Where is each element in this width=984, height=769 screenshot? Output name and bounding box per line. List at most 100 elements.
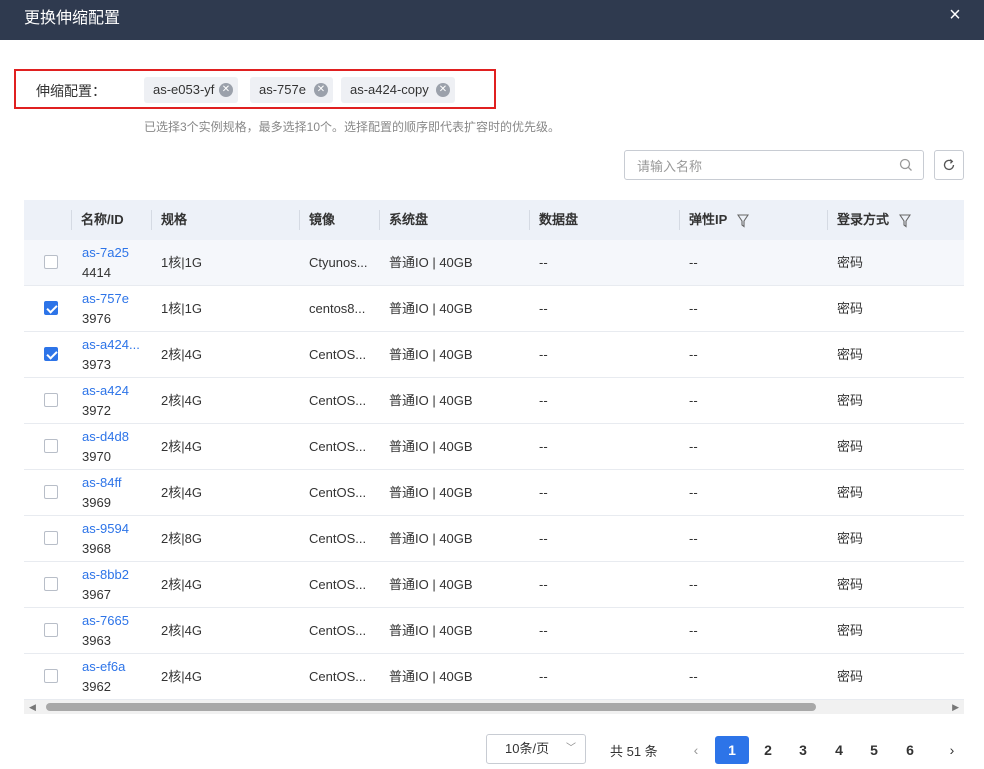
row-checkbox[interactable] [44, 301, 58, 315]
instance-id: 3963 [82, 633, 111, 648]
page-button-5[interactable]: 5 [857, 736, 891, 764]
table-row[interactable]: as-a424... 3973 2核|4G CentOS... 普通IO | 40GB -… [24, 332, 964, 378]
cell-login: 密码 [837, 301, 864, 316]
cell-datadisk: -- [539, 301, 548, 316]
cell-datadisk: -- [539, 531, 548, 546]
cell-login: 密码 [837, 531, 864, 546]
scroll-left-icon[interactable]: ◀ [29, 701, 36, 713]
cell-spec: 2核|4G [161, 393, 202, 408]
cell-login: 密码 [837, 577, 864, 592]
row-checkbox[interactable] [44, 393, 58, 407]
cell-sysdisk: 普通IO | 40GB [389, 531, 473, 546]
cell-datadisk: -- [539, 485, 548, 500]
cell-login: 密码 [837, 439, 864, 454]
table-row[interactable]: as-7a25 4414 1核|1G Ctyunos... 普通IO | 40GB -- -… [24, 240, 964, 286]
cell-eip: -- [689, 669, 698, 684]
instance-name-link[interactable]: as-7665 [82, 613, 129, 629]
cell-sysdisk: 普通IO | 40GB [389, 393, 473, 408]
tag-remove-icon[interactable]: ✕ [314, 83, 328, 97]
table-row[interactable]: as-7665 3963 2核|4G CentOS... 普通IO | 40GB -- --… [24, 608, 964, 654]
search-icon[interactable] [899, 158, 913, 172]
prev-page-icon[interactable]: ‹ [679, 736, 713, 764]
cell-eip: -- [689, 485, 698, 500]
instance-name-link[interactable]: as-8bb2 [82, 567, 129, 583]
instance-id: 3970 [82, 449, 111, 464]
cell-image: CentOS... [309, 669, 367, 684]
selection-hint: 已选择3个实例规格，最多选择10个。选择配置的顺序即代表扩容时的优先级。 [144, 120, 561, 134]
table-row[interactable]: as-d4d8 3970 2核|4G CentOS... 普通IO | 40GB -- --… [24, 424, 964, 470]
scroll-right-icon[interactable]: ▶ [952, 701, 959, 713]
table-row[interactable]: as-8bb2 3967 2核|4G CentOS... 普通IO | 40GB -- --… [24, 562, 964, 608]
tag-remove-icon[interactable]: ✕ [436, 83, 450, 97]
row-checkbox[interactable] [44, 485, 58, 499]
cell-login: 密码 [837, 669, 864, 684]
table-row[interactable]: as-ef6a 3962 2核|4G CentOS... 普通IO | 40GB -- --… [24, 654, 964, 700]
instance-id: 3973 [82, 357, 111, 372]
total-count: 共 51 条 [610, 744, 658, 759]
instance-name-link[interactable]: as-84ff [82, 475, 122, 491]
row-checkbox[interactable] [44, 623, 58, 637]
config-tag-label: as-e053-yf [153, 82, 215, 97]
row-checkbox[interactable] [44, 669, 58, 683]
cell-spec: 2核|4G [161, 439, 202, 454]
page-size-select[interactable]: 10条/页 ﹀ [486, 734, 586, 764]
instance-name-link[interactable]: as-a424... [82, 337, 140, 353]
cell-image: centos8... [309, 301, 366, 316]
row-checkbox[interactable] [44, 347, 58, 361]
config-tag: as-e053-yf ✕ [144, 77, 238, 103]
dialog-header: 更换伸缩配置 × [0, 0, 984, 40]
page-button-2[interactable]: 2 [751, 736, 785, 764]
page-size-value: 10条/页 [505, 741, 550, 756]
horizontal-scrollbar[interactable]: ◀ ▶ [24, 700, 964, 714]
page-button-6[interactable]: 6 [893, 736, 927, 764]
refresh-button[interactable] [934, 150, 964, 180]
cell-login: 密码 [837, 485, 864, 500]
instance-id: 3976 [82, 311, 111, 326]
config-label: 伸缩配置： [36, 83, 106, 99]
instance-name-link[interactable]: as-ef6a [82, 659, 125, 675]
instance-name-link[interactable]: as-7a25 [82, 245, 129, 261]
cell-eip: -- [689, 531, 698, 546]
row-checkbox[interactable] [44, 531, 58, 545]
column-header-image: 镜像 [299, 200, 379, 240]
cell-image: CentOS... [309, 577, 367, 592]
table-row[interactable]: as-84ff 3969 2核|4G CentOS... 普通IO | 40GB -- --… [24, 470, 964, 516]
page-button-4[interactable]: 4 [822, 736, 856, 764]
cell-eip: -- [689, 439, 698, 454]
row-checkbox[interactable] [44, 439, 58, 453]
cell-datadisk: -- [539, 255, 548, 270]
cell-datadisk: -- [539, 439, 548, 454]
filter-icon[interactable] [898, 214, 911, 228]
next-page-icon[interactable]: › [935, 736, 969, 764]
page-button-3[interactable]: 3 [786, 736, 820, 764]
cell-eip: -- [689, 393, 698, 408]
table-row[interactable]: as-9594 3968 2核|8G CentOS... 普通IO | 40GB -- --… [24, 516, 964, 562]
cell-login: 密码 [837, 347, 864, 362]
scrollbar-thumb[interactable] [46, 703, 816, 711]
tag-remove-icon[interactable]: ✕ [219, 83, 233, 97]
table-row[interactable]: as-757e 3976 1核|1G centos8... 普通IO | 40GB -- -… [24, 286, 964, 332]
instance-id: 3968 [82, 541, 111, 556]
instance-name-link[interactable]: as-d4d8 [82, 429, 129, 445]
cell-spec: 1核|1G [161, 301, 202, 316]
config-tag-label: as-757e [259, 82, 306, 97]
cell-spec: 2核|4G [161, 669, 202, 684]
cell-datadisk: -- [539, 623, 548, 638]
cell-spec: 2核|4G [161, 623, 202, 638]
cell-datadisk: -- [539, 347, 548, 362]
instance-name-link[interactable]: as-a424 [82, 383, 129, 399]
instance-name-link[interactable]: as-757e [82, 291, 129, 307]
column-header-datadisk: 数据盘 [529, 200, 679, 240]
page-button-1[interactable]: 1 [715, 736, 749, 764]
search-input[interactable] [637, 157, 887, 175]
table-header: 名称/ID 规格 镜像 系统盘 数据盘 弹性IP 登录方式 [24, 200, 964, 240]
filter-icon[interactable] [736, 214, 749, 228]
cell-eip: -- [689, 577, 698, 592]
instance-name-link[interactable]: as-9594 [82, 521, 129, 537]
row-checkbox[interactable] [44, 255, 58, 269]
cell-sysdisk: 普通IO | 40GB [389, 669, 473, 684]
row-checkbox[interactable] [44, 577, 58, 591]
table-row[interactable]: as-a424 3972 2核|4G CentOS... 普通IO | 40GB -- --… [24, 378, 964, 424]
close-icon[interactable]: × [946, 5, 964, 25]
cell-spec: 2核|8G [161, 531, 202, 546]
